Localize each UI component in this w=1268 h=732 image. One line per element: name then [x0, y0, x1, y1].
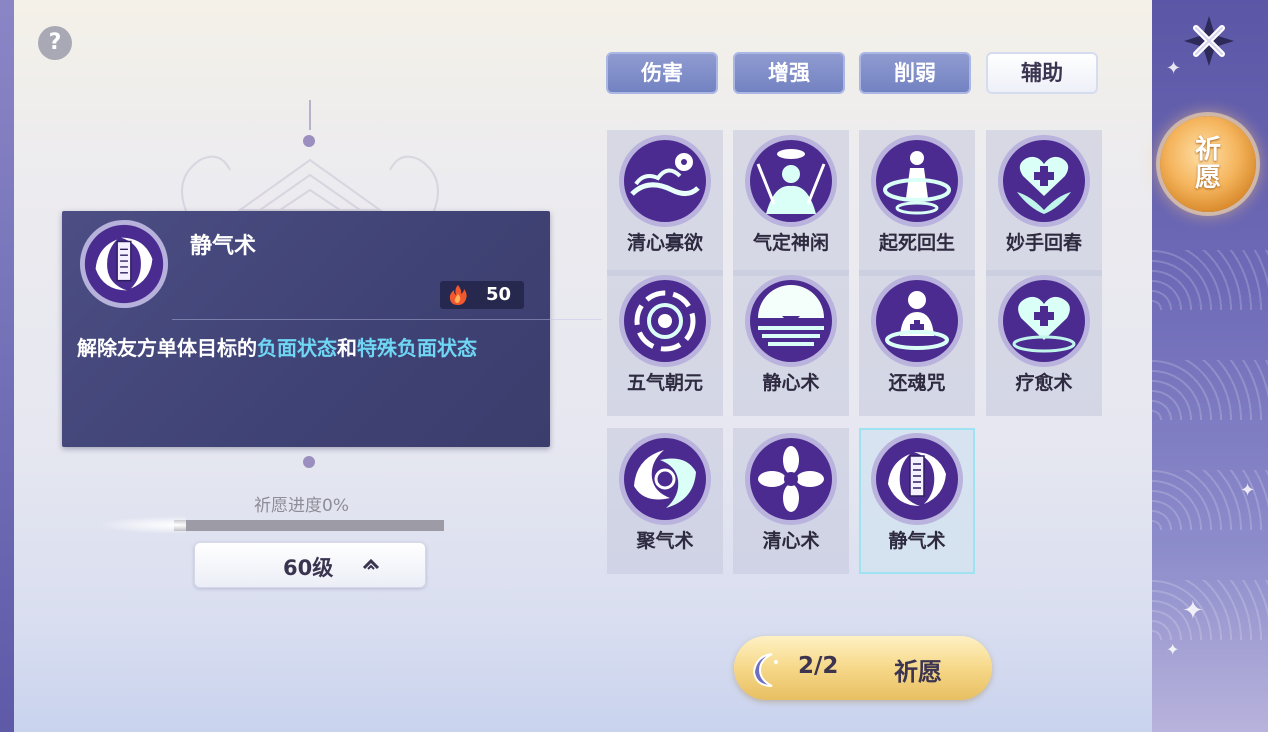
heart-cross-icon	[998, 275, 1090, 367]
soul-figure-icon	[871, 275, 963, 367]
pray-orb-button[interactable]: 祈愿	[1160, 116, 1256, 212]
wish-button[interactable]: 2/2 祈愿	[734, 636, 992, 700]
fire-icon	[449, 285, 467, 305]
moon-boat-icon	[745, 275, 837, 367]
skill-cell[interactable]: 疗愈术	[986, 270, 1102, 416]
skill-cell[interactable]: 清心寡欲	[607, 130, 723, 276]
sparkle-icon: ✦	[1182, 596, 1204, 626]
pray-orb-label: 祈愿	[1194, 135, 1221, 193]
skill-cell[interactable]: 清心术	[733, 428, 849, 574]
progress-glow	[96, 516, 186, 534]
skill-cell[interactable]: 起死回生	[859, 130, 975, 276]
skill-label: 疗愈术	[1015, 372, 1073, 394]
skill-cell[interactable]: 气定神闲	[733, 130, 849, 276]
skill-cell[interactable]: 聚气术	[607, 428, 723, 574]
crescent-moon-icon	[752, 653, 778, 687]
left-border	[0, 0, 14, 732]
ornament-dot-top	[303, 135, 315, 147]
talisman-swirl-icon	[871, 433, 963, 525]
skill-cell[interactable]: 妙手回春	[986, 130, 1102, 276]
talisman-swirl-icon	[79, 219, 169, 309]
tab-weaken[interactable]: 削弱	[859, 52, 971, 94]
level-label: 60级	[283, 556, 334, 580]
skill-name: 静气术	[190, 234, 257, 259]
revive-figure-icon	[871, 135, 963, 227]
desc-highlight-negative: 负面状态	[257, 336, 337, 360]
sparkle-icon: ✦	[1166, 58, 1182, 79]
skill-label: 清心寡欲	[626, 232, 703, 254]
desc-conj: 和	[337, 336, 357, 360]
skill-label: 起死回生	[878, 232, 955, 254]
meditating-figure-icon	[745, 135, 837, 227]
desc-highlight-special: 特殊负面状态	[357, 336, 477, 360]
skill-label: 静气术	[888, 530, 946, 552]
skill-cell-selected[interactable]: 静气术	[859, 428, 975, 574]
tab-damage[interactable]: 伤害	[606, 52, 718, 94]
skill-cell[interactable]: 五气朝元	[607, 270, 723, 416]
level-button[interactable]: 60级	[194, 542, 426, 588]
chevron-up-icon	[362, 558, 380, 570]
skill-label: 静心术	[762, 372, 820, 394]
skill-cell[interactable]: 静心术	[733, 270, 849, 416]
wish-count: 2/2	[798, 653, 839, 679]
tab-support[interactable]: 辅助	[986, 52, 1098, 94]
wish-progress-track	[174, 520, 444, 531]
cost-badge: 50	[440, 281, 524, 309]
close-button[interactable]	[1180, 12, 1238, 70]
close-icon	[1184, 16, 1234, 66]
skill-label: 妙手回春	[1005, 232, 1082, 254]
game-screen: ? 静气术 50 解除友方单体目标的负面状态和特殊负面状态 祈愿进度0% 60级…	[0, 0, 1268, 732]
skill-description: 解除友方单体目标的负面状态和特殊负面状态	[77, 330, 547, 366]
right-side-panel: ✦ ✦ ✦ ✦	[1152, 0, 1268, 732]
skill-label: 清心术	[762, 530, 820, 552]
sparkle-icon: ✦	[1166, 640, 1180, 659]
help-button[interactable]: ?	[38, 26, 72, 60]
cloud-flower-icon	[619, 135, 711, 227]
spiral-vortex-icon	[619, 275, 711, 367]
wish-label: 祈愿	[894, 658, 942, 686]
skill-label: 五气朝元	[626, 372, 703, 394]
skill-label: 聚气术	[636, 530, 694, 552]
heart-cross-leaf-icon	[998, 135, 1090, 227]
swirl-icon	[619, 433, 711, 525]
sparkle-icon: ✦	[1240, 480, 1256, 501]
wish-progress-label: 祈愿进度0%	[254, 496, 349, 516]
flower-icon	[745, 433, 837, 525]
ornament-line-top	[309, 100, 311, 130]
card-divider	[172, 319, 602, 320]
ornament-dot-bottom	[303, 456, 315, 468]
desc-text: 解除友方单体目标的	[77, 336, 257, 360]
skill-cell[interactable]: 还魂咒	[859, 270, 975, 416]
skill-label: 气定神闲	[752, 232, 829, 254]
cost-value: 50	[486, 284, 512, 305]
skill-label: 还魂咒	[888, 372, 946, 394]
tab-enhance[interactable]: 增强	[733, 52, 845, 94]
